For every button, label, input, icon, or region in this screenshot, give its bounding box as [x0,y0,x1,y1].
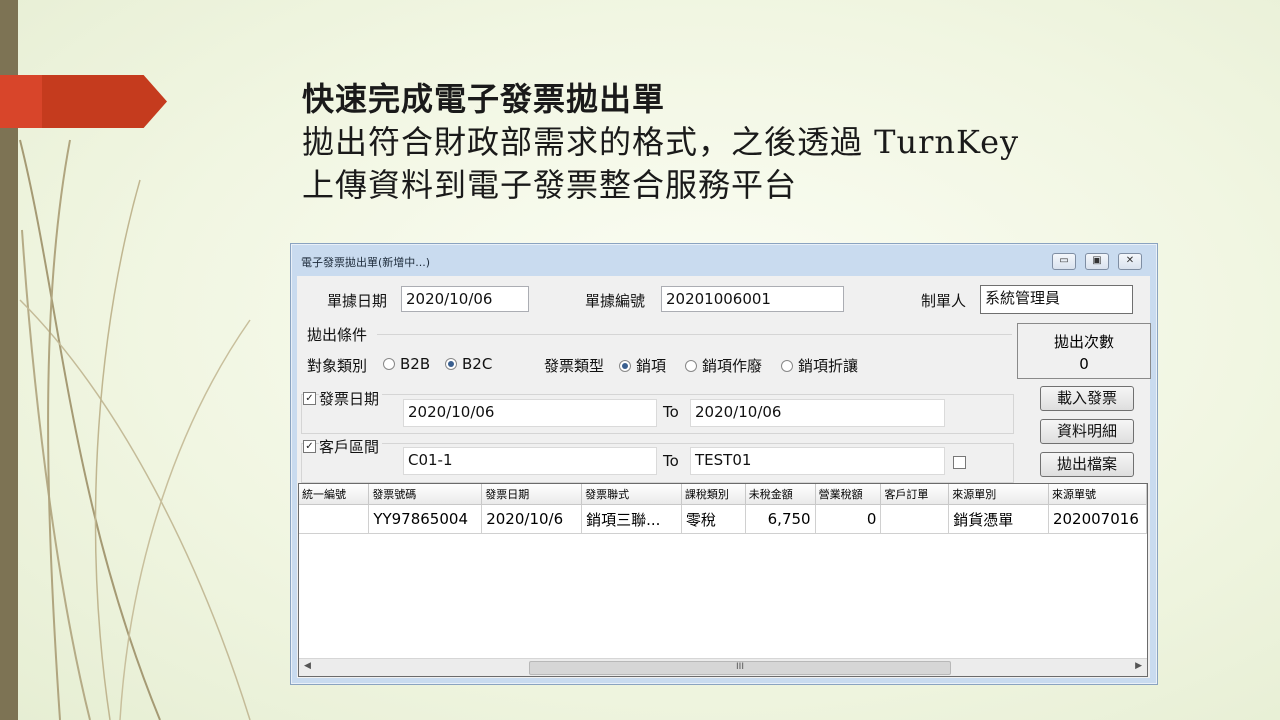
invoice-date-to-field[interactable]: 2020/10/06 [690,399,945,427]
scroll-left-icon[interactable]: ◀ [304,661,311,671]
grid-column-header[interactable]: 發票號碼 [368,484,483,505]
grid-column-header[interactable]: 課稅類別 [681,484,746,505]
load-invoices-button[interactable]: 載入發票 [1040,386,1134,411]
radio-sales-void-indicator [685,359,697,372]
grid-cell[interactable]: 銷貨憑單 [948,504,1049,534]
grid-cell[interactable]: 202007016 [1048,504,1148,534]
minimize-button[interactable]: ▭ [1052,253,1076,270]
doc-date-field[interactable]: 2020/10/06 [401,286,529,312]
creator-field[interactable]: 系統管理員 [980,285,1133,314]
grid-cell[interactable]: 零稅 [681,504,746,534]
customer-range-label: 客戶區間 [319,436,383,457]
customer-from-field[interactable]: C01-1 [403,447,657,475]
grid-cell[interactable]: 0 [815,504,882,534]
radio-b2b-indicator [383,357,395,370]
grid-column-header[interactable]: 統一編號 [299,484,370,505]
grid-cell[interactable]: 銷項三聯... [581,504,682,534]
grid-column-header[interactable]: 發票日期 [481,484,583,505]
invoice-type-label: 發票類型 [544,357,605,375]
scroll-right-icon[interactable]: ▶ [1135,661,1142,671]
grid-cell[interactable]: YY97865004 [368,504,483,534]
grid-cell[interactable]: 6,750 [745,504,816,534]
title-line-3: 上傳資料到電子發票整合服務平台 [302,166,798,204]
radio-b2c-indicator [445,357,457,370]
grid-column-header[interactable]: 客戶訂單 [880,484,950,505]
invoice-date-checkbox[interactable]: ✓ [303,392,316,405]
creator-label: 制單人 [921,292,967,310]
invoice-date-from-field[interactable]: 2020/10/06 [403,399,657,427]
invoice-date-label: 發票日期 [319,388,383,409]
title-line-2: 拋出符合財政部需求的格式，之後透過 TurnKey [302,123,1020,161]
radio-sales-label: 銷項 [636,357,667,375]
data-detail-button[interactable]: 資料明細 [1040,419,1134,444]
export-count-label: 拋出次數 [1053,333,1114,351]
title-arrow-marker [0,75,167,128]
export-file-button[interactable]: 拋出檔案 [1040,452,1134,477]
invoice-table: 統一編號 發票號碼 發票日期 發票聯式 課稅類別 未稅金額 營業稅額 客戶訂單 來源單別 來源單號… [299,484,1148,534]
doc-no-label: 單據編號 [585,292,646,310]
radio-b2b-label: B2B [400,355,431,373]
radio-sales-void[interactable]: 銷項作廢 [685,355,762,376]
customer-to-label: To [663,452,679,470]
radio-sales-indicator [619,359,631,372]
doc-no-field[interactable]: 20201006001 [661,286,844,312]
target-type-label: 對象類別 [307,357,368,375]
export-count-value: 0 [1079,355,1089,373]
invoice-date-to-label: To [663,403,679,421]
grid-body: YY97865004 2020/10/6 銷項三聯... 零稅 6,750 0 銷貨憑單 20… [299,504,1148,534]
grid-column-header[interactable]: 來源單別 [948,484,1049,505]
title-line-1: 快速完成電子發票拋出單 [302,80,666,118]
customer-range-checkbox[interactable]: ✓ [303,440,316,453]
grid-cell[interactable] [880,504,950,534]
maximize-button[interactable]: ▣ [1085,253,1109,270]
radio-sales-void-label: 銷項作廢 [702,357,763,375]
export-count-box: 拋出次數 0 [1017,323,1151,379]
close-button[interactable]: ✕ [1118,253,1142,270]
scroll-thumb[interactable]: III [529,661,951,675]
invoice-export-window: 電子發票拋出單(新增中...) ▭ ▣ ✕ 單據日期 2020/10/06 單據… [290,243,1158,685]
radio-sales-allowance-label: 銷項折讓 [798,357,859,375]
radio-sales[interactable]: 銷項 [619,355,666,376]
grid-cell[interactable]: 2020/10/6 [481,504,583,534]
radio-b2b[interactable]: B2B [383,355,430,373]
grid-column-header[interactable]: 發票聯式 [581,484,682,505]
grid-cell[interactable] [299,504,370,534]
radio-b2c-label: B2C [462,355,493,373]
radio-sales-allowance-indicator [781,359,793,372]
invoice-grid: 統一編號 發票號碼 發票日期 發票聯式 課稅類別 未稅金額 營業稅額 客戶訂單 來源單別 來源單號… [298,483,1148,677]
grid-column-header[interactable]: 營業稅額 [815,484,882,505]
customer-to-field[interactable]: TEST01 [690,447,945,475]
grid-column-header[interactable]: 未稅金額 [745,484,816,505]
radio-sales-allowance[interactable]: 銷項折讓 [781,355,858,376]
grid-column-header[interactable]: 來源單號 [1048,484,1148,505]
window-title: 電子發票拋出單(新增中...) [301,256,431,269]
doc-date-label: 單據日期 [327,292,388,310]
radio-b2c[interactable]: B2C [445,355,492,373]
conditions-group-label: 拋出條件 [307,326,368,344]
grid-header-row: 統一編號 發票號碼 發票日期 發票聯式 課稅類別 未稅金額 營業稅額 客戶訂單 來源單別 來源單號 [299,484,1148,505]
horizontal-scrollbar[interactable]: ◀ III ▶ [299,658,1147,676]
slide-title: 快速完成電子發票拋出單 拋出符合財政部需求的格式，之後透過 TurnKey 上傳… [302,78,1182,207]
customer-extra-checkbox[interactable] [953,456,966,469]
table-row[interactable]: YY97865004 2020/10/6 銷項三聯... 零稅 6,750 0 銷貨憑單 20… [299,504,1148,534]
conditions-divider [377,334,1012,335]
window-client-area: 單據日期 2020/10/06 單據編號 20201006001 制單人 系統管… [297,276,1151,678]
